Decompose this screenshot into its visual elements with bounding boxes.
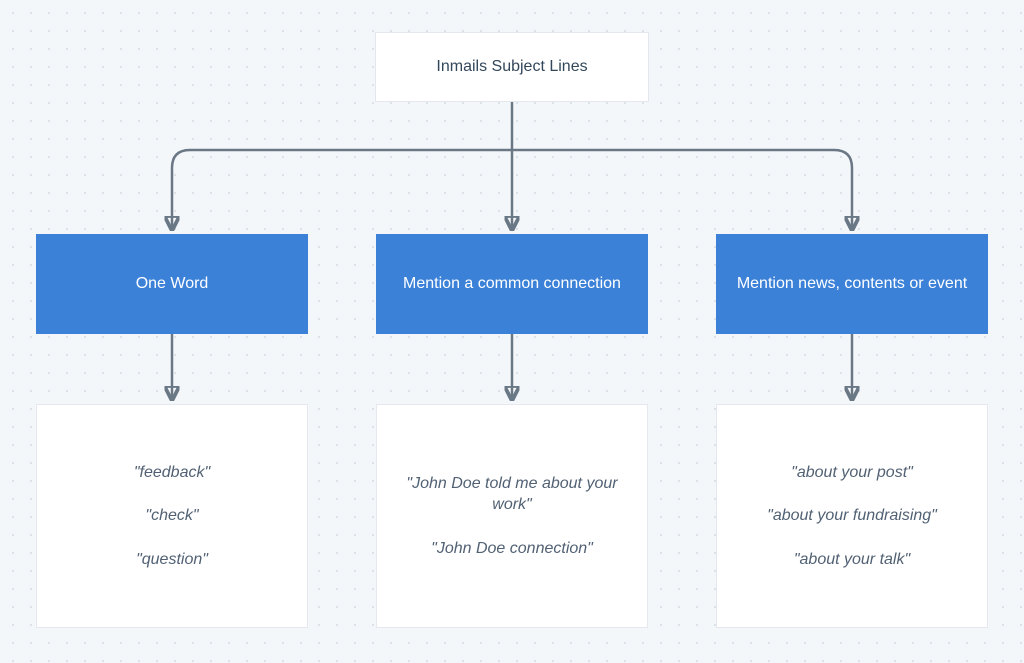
example-item: "check" [145,505,198,527]
category-label: Mention news, contents or event [737,273,967,295]
example-item: "question" [136,549,208,571]
example-item: "about your fundraising" [767,505,937,527]
examples-one-word: "feedback" "check" "question" [36,404,308,628]
diagram-canvas: Inmails Subject Lines One Word Mention a… [0,0,1024,663]
example-item: "about your talk" [794,549,910,571]
category-label: Mention a common connection [403,273,621,295]
category-common-connection: Mention a common connection [376,234,648,334]
examples-news-contents-event: "about your post" "about your fundraisin… [716,404,988,628]
category-label: One Word [136,273,209,295]
root-node: Inmails Subject Lines [375,32,649,102]
example-item: "John Doe connection" [431,538,593,560]
example-item: "John Doe told me about your work" [393,473,631,516]
example-item: "about your post" [791,462,913,484]
example-item: "feedback" [134,462,210,484]
root-title: Inmails Subject Lines [436,56,587,78]
category-one-word: One Word [36,234,308,334]
examples-common-connection: "John Doe told me about your work" "John… [376,404,648,628]
category-news-contents-event: Mention news, contents or event [716,234,988,334]
